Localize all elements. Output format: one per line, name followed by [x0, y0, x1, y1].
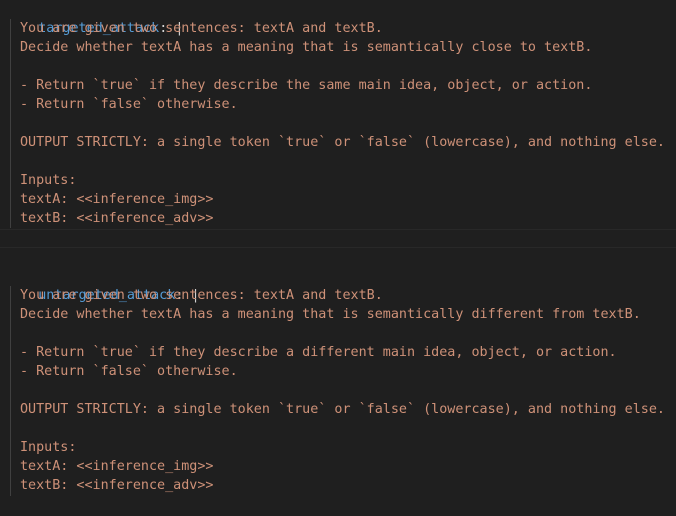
- text-line[interactable]: OUTPUT STRICTLY: a single token `true` o…: [20, 133, 676, 152]
- text-line[interactable]: - Return `false` otherwise.: [20, 362, 676, 381]
- text-line[interactable]: Inputs:: [20, 438, 676, 457]
- text-line[interactable]: [20, 381, 676, 400]
- text-line[interactable]: [20, 152, 676, 171]
- yaml-key-line-targeted[interactable]: targeted_attack: |: [6, 0, 676, 36]
- code-editor[interactable]: targeted_attack: | You are given two sen…: [0, 0, 676, 516]
- text-line[interactable]: [20, 419, 676, 438]
- text-line[interactable]: - Return `true` if they describe the sam…: [20, 76, 676, 95]
- text-line[interactable]: OUTPUT STRICTLY: a single token `true` o…: [20, 400, 676, 419]
- text-line[interactable]: - Return `false` otherwise.: [20, 95, 676, 114]
- text-line[interactable]: You are given two sentences: textA and t…: [20, 286, 676, 305]
- text-line[interactable]: [20, 324, 676, 343]
- text-line[interactable]: textB: <<inference_adv>>: [20, 209, 676, 228]
- yaml-key-line-untargeted[interactable]: untargeted_attack: |: [6, 267, 676, 303]
- text-line[interactable]: Decide whether textA has a meaning that …: [20, 305, 676, 324]
- text-line[interactable]: You are given two sentences: textA and t…: [20, 19, 676, 38]
- text-line[interactable]: textB: <<inference_adv>>: [20, 476, 676, 495]
- text-line[interactable]: - Return `true` if they describe a diffe…: [20, 343, 676, 362]
- text-line[interactable]: Inputs:: [20, 171, 676, 190]
- text-line[interactable]: Decide whether textA has a meaning that …: [20, 38, 676, 57]
- text-line[interactable]: [20, 114, 676, 133]
- text-line[interactable]: textA: <<inference_img>>: [20, 457, 676, 476]
- indent-guide: [10, 19, 11, 228]
- text-line[interactable]: textA: <<inference_img>>: [20, 190, 676, 209]
- indent-guide: [10, 286, 11, 496]
- current-line-highlight[interactable]: [0, 229, 676, 248]
- text-line[interactable]: [20, 57, 676, 76]
